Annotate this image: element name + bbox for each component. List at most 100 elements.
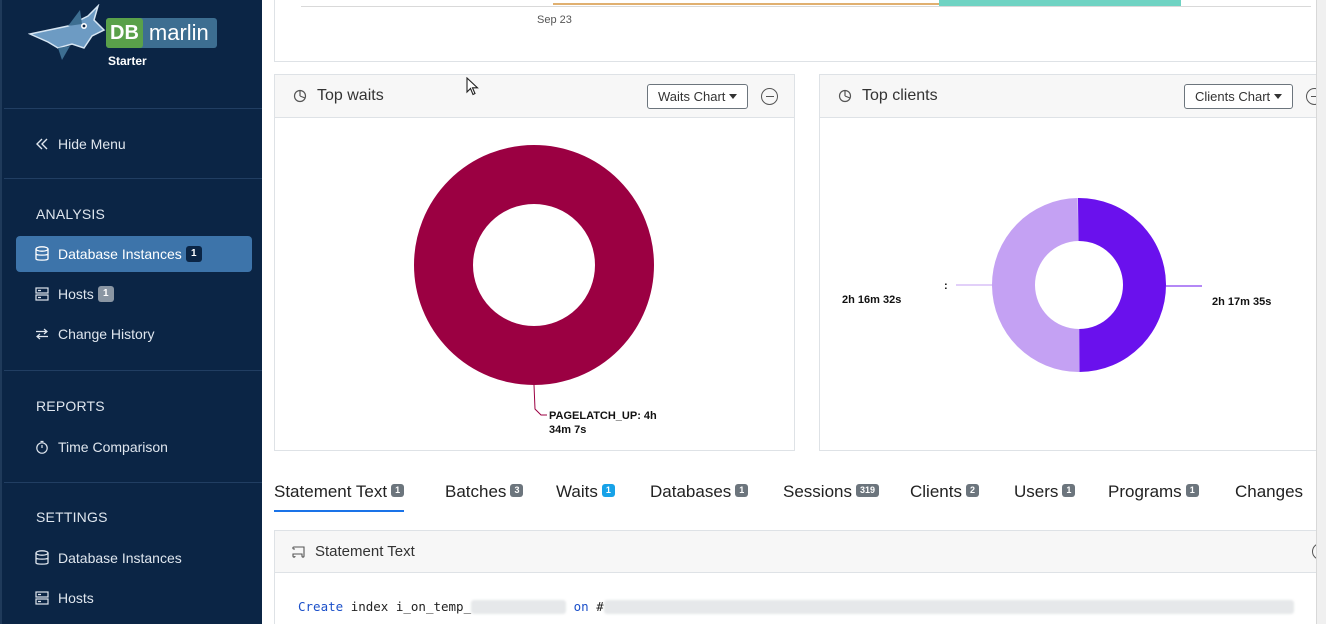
analysis-section-title: ANALYSIS [36, 206, 106, 222]
tab-count-badge: 1 [1185, 484, 1199, 497]
timeline-tick-label: Sep 23 [537, 14, 572, 26]
tab-count-badge: 1 [601, 484, 615, 497]
tab-label: Programs [1108, 482, 1182, 501]
tab-clients[interactable]: Clients 2 [910, 482, 979, 512]
client-name-label: : [944, 280, 948, 292]
sidebar: DB marlin Starter Hide Menu ANALYSIS Dat… [0, 0, 262, 624]
donut-slice[interactable] [414, 145, 654, 385]
client-slice-value: 2h 17m 35s [1212, 296, 1272, 308]
tab-waits[interactable]: Waits 1 [556, 482, 615, 512]
tab-count-badge: 1 [391, 484, 405, 497]
mouse-pointer-icon [466, 77, 479, 96]
divider [4, 370, 262, 371]
sidebar-item-database-instances[interactable]: Database Instances 1 [16, 236, 252, 272]
top-clients-donut-chart [956, 197, 1202, 372]
top-waits-panel: Top waits Waits Chart PAGELATCH_UP: 4h 3… [274, 74, 795, 451]
tab-label: Databases [650, 482, 732, 501]
label-leader-line [533, 384, 547, 416]
tab-label: Statement Text [274, 482, 388, 501]
marlin-fish-icon [28, 4, 106, 60]
tab-label: Clients [910, 482, 962, 501]
dbmarlin-logo[interactable]: DB marlin Starter [22, 0, 222, 90]
database-icon [34, 550, 50, 566]
sidebar-item-settings-hosts[interactable]: Hosts [16, 580, 252, 616]
hide-menu-label: Hide Menu [58, 136, 126, 152]
sidebar-item-label: Database Instances [58, 550, 182, 566]
tab-changes[interactable]: Changes [1235, 482, 1303, 512]
clients-chart-dropdown[interactable]: Clients Chart [1184, 84, 1294, 109]
sql-text: index i_on_temp_ [350, 599, 472, 614]
detail-tabs: Statement Text 1 Batches 3 Waits 1 Database… [274, 482, 1324, 512]
tab-users[interactable]: Users 1 [1014, 482, 1076, 512]
edition-label: Starter [108, 54, 147, 68]
tab-label: Batches [445, 482, 507, 501]
waits-chart-dropdown[interactable]: Waits Chart [647, 84, 749, 109]
reports-section-title: REPORTS [36, 398, 105, 414]
tab-label: Waits [556, 482, 598, 501]
panel-title: Top waits [317, 87, 384, 104]
double-chevron-left-icon [34, 136, 50, 152]
database-icon [34, 246, 50, 262]
timeline-axis [301, 6, 1311, 7]
server-icon [34, 590, 50, 606]
sidebar-item-change-history[interactable]: Change History [16, 316, 252, 352]
sql-text: # [596, 599, 604, 614]
tab-sessions[interactable]: Sessions 319 [783, 482, 880, 512]
sidebar-item-label: Database Instances [58, 246, 182, 262]
tab-label: Sessions [783, 482, 852, 501]
logo-wordmark: DB marlin [106, 18, 217, 48]
count-badge: 1 [97, 286, 114, 302]
tab-databases[interactable]: Databases 1 [650, 482, 749, 512]
redacted-text [603, 599, 1294, 614]
statement-text-panel: Statement Text Create index i_on_temp_ o… [274, 530, 1326, 624]
count-badge: 1 [185, 246, 202, 262]
redacted-text [471, 599, 567, 614]
donut-slice[interactable] [991, 198, 1079, 372]
slice-label-line: 34m 7s [549, 424, 587, 436]
settings-section-title: SETTINGS [36, 509, 108, 525]
tab-count-badge: 3 [510, 484, 524, 497]
panel-header: Top clients Clients Chart [820, 75, 1325, 118]
timeline-series-bar [939, 0, 1181, 6]
divider [4, 108, 262, 109]
hide-menu-button[interactable]: Hide Menu [16, 126, 252, 162]
vertical-scrollbar[interactable] [1316, 0, 1326, 624]
sidebar-item-label: Hosts [58, 286, 94, 302]
dropdown-label: Waits Chart [658, 89, 726, 104]
pie-chart-icon [838, 89, 852, 103]
sql-statement: Create index i_on_temp_ on # [298, 599, 1294, 614]
client-slice-value: 2h 16m 32s [842, 294, 902, 306]
tab-statement-text[interactable]: Statement Text 1 [274, 482, 405, 512]
pie-chart-icon [293, 89, 307, 103]
tab-programs[interactable]: Programs 1 [1108, 482, 1199, 512]
tab-batches[interactable]: Batches 3 [445, 482, 524, 512]
panel-header: Top waits Waits Chart [275, 75, 794, 118]
sql-keyword: Create [298, 599, 344, 614]
top-clients-panel: Top clients Clients Chart : 2h 16m 32s 2… [819, 74, 1326, 451]
timeline-chart: Sep 23 [274, 0, 1324, 62]
collapse-icon[interactable] [761, 88, 778, 105]
sql-keyword: on [573, 599, 589, 614]
panel-title: Top clients [862, 87, 938, 104]
divider [4, 178, 262, 179]
sidebar-item-label: Time Comparison [58, 439, 168, 455]
donut-slice[interactable] [1077, 197, 1167, 372]
sidebar-item-label: Change History [58, 326, 155, 342]
slice-label-line: PAGELATCH_UP: 4h [549, 410, 657, 422]
tab-count-badge: 2 [965, 484, 979, 497]
tab-count-badge: 1 [735, 484, 749, 497]
swap-arrows-icon [34, 326, 50, 342]
tab-label: Users [1014, 482, 1059, 501]
sidebar-item-hosts[interactable]: Hosts 1 [16, 276, 252, 312]
logo-db: DB [106, 18, 143, 48]
logo-marlin: marlin [148, 20, 209, 45]
stopwatch-icon [34, 439, 50, 455]
sidebar-item-settings-database-instances[interactable]: Database Instances [16, 540, 252, 576]
scroll-icon [292, 545, 305, 558]
sidebar-item-time-comparison[interactable]: Time Comparison [16, 429, 252, 465]
server-icon [34, 286, 50, 302]
waits-slice-label: PAGELATCH_UP: 4h 34m 7s [549, 409, 657, 437]
dropdown-label: Clients Chart [1195, 89, 1271, 104]
main-content: Sep 23 Top waits Waits Chart PAGELATCH_U… [262, 0, 1326, 624]
tab-count-badge: 319 [855, 484, 880, 497]
